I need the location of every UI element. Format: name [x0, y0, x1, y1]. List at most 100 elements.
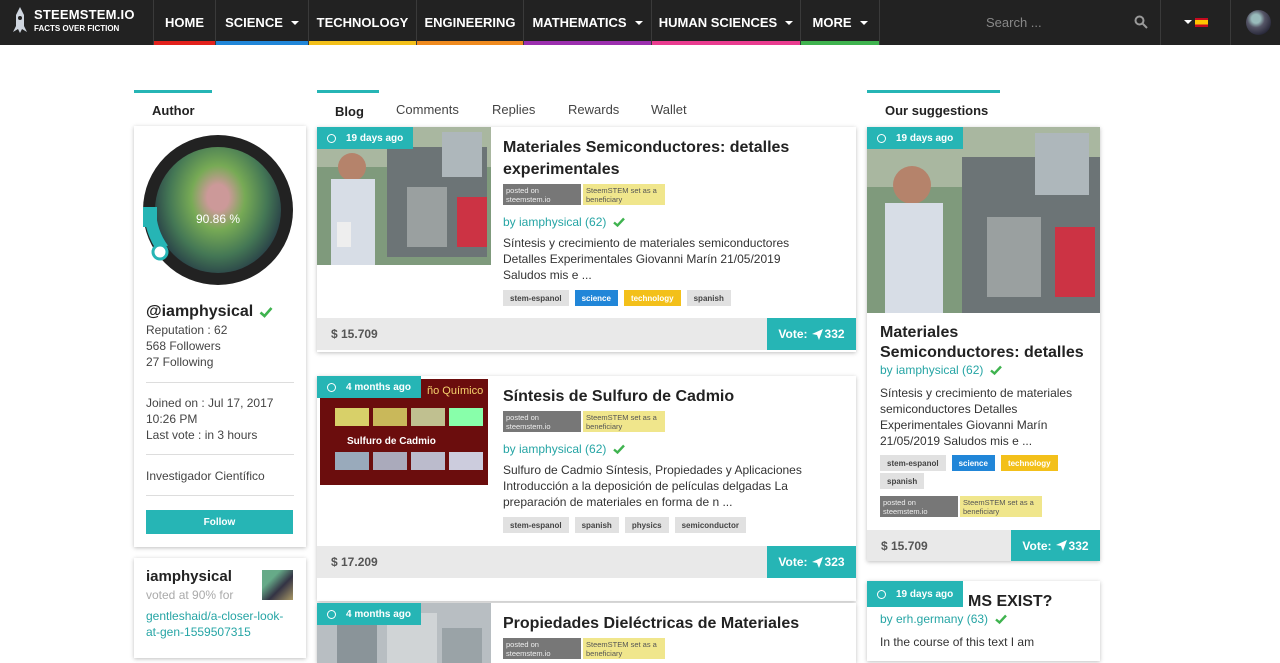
author-avatar[interactable]: 90.86 % [143, 135, 293, 285]
post-thumbnail[interactable]: 19 days ago [317, 127, 491, 265]
tag[interactable]: spanish [574, 517, 619, 533]
tag[interactable]: technology [1000, 455, 1058, 471]
tab-comments[interactable]: Comments [396, 102, 459, 117]
beneficiary-badge: SteemSTEM set as a beneficiary [583, 638, 665, 659]
tag[interactable]: stem-espanol [880, 455, 946, 471]
thumb-caption-top: ño Químico [427, 385, 484, 397]
author-username[interactable]: @iamphysical [146, 303, 273, 321]
suggestion-badges: posted on steemstem.io SteemSTEM set as … [880, 496, 1042, 517]
suggestion-title[interactable]: MS EXIST? [968, 593, 1052, 611]
author-following[interactable]: 27 Following [146, 355, 213, 369]
nav-science[interactable]: SCIENCE [216, 0, 308, 45]
search-icon[interactable] [1134, 15, 1148, 29]
clock-icon [327, 382, 336, 392]
suggestion-byline[interactable]: by iamphysical (62) [880, 363, 1003, 377]
suggestion-thumbnail[interactable]: 19 days ago [867, 127, 1100, 313]
vote-label: Vote: [778, 555, 808, 569]
tag[interactable]: technology [623, 290, 681, 306]
post-thumbnail[interactable]: 4 months ago [317, 603, 491, 663]
tag[interactable]: spanish [686, 290, 731, 306]
spain-flag-icon [1195, 17, 1208, 27]
suggestion-payout: $ 15.709 [881, 539, 928, 553]
follow-button[interactable]: Follow [146, 510, 293, 534]
post-age: 4 months ago [346, 381, 412, 393]
search-input[interactable] [976, 12, 1126, 32]
post-byline[interactable]: by iamphysical (62) [503, 215, 626, 229]
post-card: 19 days ago Materiales Semiconductores: … [317, 127, 856, 352]
voted-at-text: voted at 90% for [146, 588, 234, 602]
vote-label: Vote: [778, 327, 808, 341]
suggestion-title[interactable]: Materiales Semiconductores: detalles [880, 323, 1095, 363]
nav-mathematics[interactable]: MATHEMATICS [524, 0, 651, 45]
tag[interactable]: physics [624, 517, 669, 533]
author-reputation: Reputation : 62 [146, 323, 228, 337]
nav-human-sciences[interactable]: HUMAN SCIENCES [652, 0, 800, 45]
vote-button[interactable]: Vote: 332 [767, 318, 856, 350]
suggestion-card: 19 days ago MS EXIST? by erh.germany (63… [867, 581, 1100, 661]
paper-plane-icon [811, 556, 823, 568]
nav-more[interactable]: MORE [801, 0, 879, 45]
vote-button[interactable]: Vote: 323 [767, 546, 856, 578]
paper-plane-icon [1055, 540, 1067, 551]
language-switcher[interactable] [1184, 16, 1208, 28]
author-followers[interactable]: 568 Followers [146, 339, 221, 353]
post-title[interactable]: Materiales Semiconductores: detalles exp… [503, 137, 833, 181]
tag[interactable]: spanish [880, 473, 925, 489]
tab-wallet[interactable]: Wallet [651, 102, 687, 117]
logo-title: STEEMSTEM.IO [34, 6, 135, 22]
nav-technology[interactable]: TECHNOLOGY [309, 0, 416, 45]
post-tags: stem-espanol science technology spanish [503, 290, 737, 306]
voter-name[interactable]: iamphysical [146, 568, 232, 585]
post-excerpt: Síntesis y crecimiento de materiales sem… [503, 236, 790, 282]
reputation-progress-ring [143, 207, 169, 261]
verified-check-icon [613, 217, 626, 228]
tab-rewards[interactable]: Rewards [568, 102, 619, 117]
posted-on-badge: posted on steemstem.io [503, 184, 581, 205]
divider [146, 495, 294, 496]
tag[interactable]: science [951, 455, 995, 471]
post-title[interactable]: Síntesis de Sulfuro de Cadmio [503, 386, 833, 408]
post-byline[interactable]: by iamphysical (62) [503, 442, 626, 456]
tag[interactable]: stem-espanol [503, 290, 569, 306]
post-author: by iamphysical (62) [503, 442, 607, 456]
verified-check-icon [613, 444, 626, 455]
suggestion-age-badge: 19 days ago [867, 127, 964, 149]
verified-check-icon [995, 614, 1007, 625]
nav-home-label: HOME [165, 15, 204, 30]
lab-photo-image [867, 127, 1100, 313]
vote-button[interactable]: Vote: 332 [1011, 530, 1100, 561]
suggestion-byline[interactable]: by erh.germany (63) [880, 612, 1008, 626]
chevron-down-icon [1184, 20, 1192, 24]
nav-engineering[interactable]: ENGINEERING [417, 0, 523, 45]
tag[interactable]: science [574, 290, 618, 306]
post-age: 4 months ago [346, 608, 412, 620]
tab-blog[interactable]: Blog [335, 104, 364, 119]
author-joined: Joined on : Jul 17, 2017 [146, 396, 274, 410]
post-card: ño Químico Sulfuro de Cadmio 4 months ag… [317, 376, 856, 601]
vote-count: 332 [824, 327, 845, 341]
site-logo[interactable]: STEEMSTEM.IO FACTS OVER FICTION [12, 6, 135, 34]
search-box [976, 0, 1160, 45]
suggestions-heading: Our suggestions [885, 103, 989, 118]
voted-post-link[interactable]: gentleshaid/a-closer-look-at-gen-1559507… [146, 608, 296, 640]
tab-replies[interactable]: Replies [492, 102, 535, 117]
post-thumbnail[interactable]: ño Químico Sulfuro de Cadmio 4 months ag… [317, 376, 491, 514]
paper-plane-icon [811, 328, 823, 340]
verified-check-icon [990, 365, 1003, 376]
post-payout: $ 15.709 [331, 327, 378, 341]
nav-home[interactable]: HOME [154, 0, 215, 45]
voter-avatar[interactable] [262, 570, 293, 600]
nav-mathematics-label: MATHEMATICS [532, 15, 627, 30]
suggestion-age-badge: 19 days ago [867, 581, 964, 607]
post-title[interactable]: Propiedades Dieléctricas de Materiales [503, 613, 833, 635]
chevron-down-icon [785, 20, 794, 25]
chevron-down-icon [290, 20, 299, 25]
user-avatar[interactable] [1246, 10, 1271, 35]
clock-icon [327, 133, 336, 143]
suggestion-excerpt: In the course of this text I am [880, 635, 1035, 649]
chevron-down-icon [634, 20, 643, 25]
suggestion-tags: stem-espanol science technology spanish [880, 455, 1095, 489]
tag[interactable]: semiconductor [674, 517, 746, 533]
nav-more-label: MORE [812, 15, 852, 30]
tag[interactable]: stem-espanol [503, 517, 569, 533]
